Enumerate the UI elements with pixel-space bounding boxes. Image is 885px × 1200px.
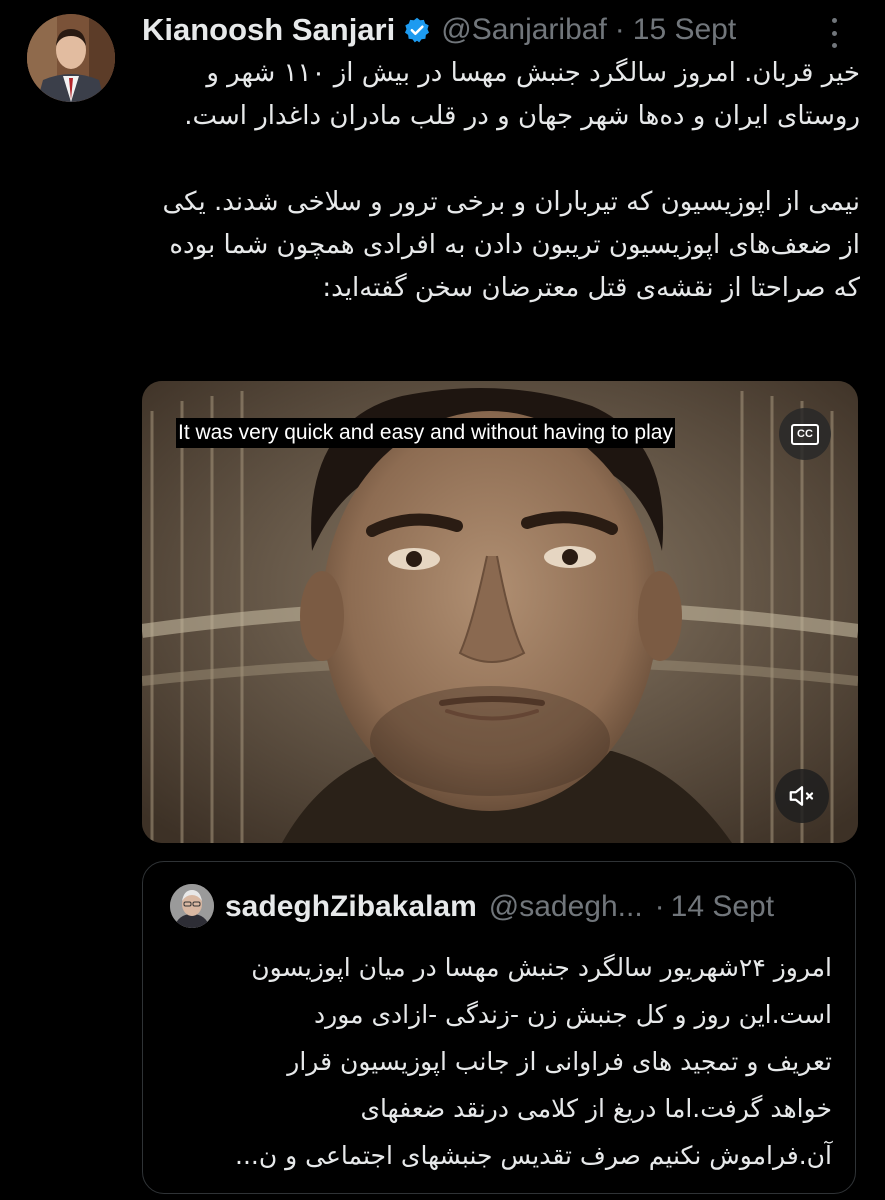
quoted-tweet-header: sadeghZibakalam @sadegh... · 14 Sept	[225, 888, 774, 926]
quoted-text-line: است.این روز و کل جنبش زن -زندگی -ازادی م…	[314, 1000, 832, 1029]
verified-badge-icon	[403, 16, 431, 44]
author-display-name[interactable]: Kianoosh Sanjari	[142, 12, 395, 48]
quoted-text-line: خواهد گرفت.اما دریغ از کلامی درنقد ضعفها…	[360, 1094, 832, 1123]
closed-captions-icon: CC	[791, 423, 819, 445]
quoted-text-line: تعریف و تمجید های فراوانی از جانب اپوزیس…	[287, 1047, 832, 1076]
tweet-paragraph-2: نیمی از اپوزیسیون که تیرباران و برخی ترو…	[154, 187, 860, 303]
quoted-text-line: امروز ۲۴شهریور سالگرد جنبش مهسا در میان …	[251, 953, 832, 982]
quoted-tweet-date[interactable]: 14 Sept	[671, 890, 774, 924]
mute-toggle-button[interactable]	[775, 769, 829, 823]
quoted-tweet-text: امروز ۲۴شهریور سالگرد جنبش مهسا در میان …	[160, 944, 832, 1179]
header-separator: ·	[614, 13, 625, 46]
quoted-header-separator: ·	[654, 890, 665, 923]
tweet-date[interactable]: 15 Sept	[633, 13, 736, 47]
quoted-author-handle[interactable]: @sadegh...	[489, 890, 643, 924]
tweet-header: Kianoosh Sanjari @Sanjaribaf · 15 Sept	[142, 12, 736, 48]
author-avatar[interactable]	[27, 14, 115, 102]
quoted-author-display-name[interactable]: sadeghZibakalam	[225, 890, 477, 924]
quoted-text-line: آن.فراموش نکنیم صرف تقدیس جنبشهای اجتماع…	[235, 1141, 832, 1170]
video-caption: It was very quick and easy and without h…	[176, 418, 675, 448]
author-handle[interactable]: @Sanjaribaf	[441, 13, 607, 47]
video-player[interactable]	[142, 381, 858, 843]
video-frame-image	[142, 381, 858, 843]
more-options-icon[interactable]	[822, 18, 846, 48]
closed-captions-button[interactable]: CC	[779, 408, 831, 460]
tweet-paragraph-1: خیر قربان. امروز سالگرد جنبش مهسا در بیش…	[184, 58, 860, 131]
quoted-author-avatar[interactable]	[170, 884, 214, 928]
tweet[interactable]: Kianoosh Sanjari @Sanjaribaf · 15 Sept خ…	[0, 0, 885, 1200]
muted-speaker-icon	[789, 786, 814, 806]
tweet-text: خیر قربان. امروز سالگرد جنبش مهسا در بیش…	[142, 52, 860, 310]
